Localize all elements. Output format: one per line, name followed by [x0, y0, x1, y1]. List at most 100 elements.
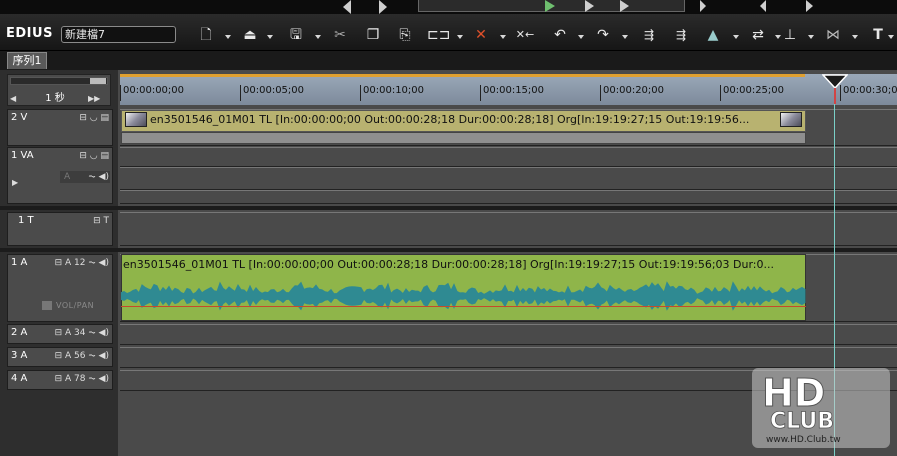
redo-dropdown[interactable] — [622, 35, 628, 39]
track-name: 3 A — [11, 350, 28, 361]
ruler-timecode: 00:00:00;00 — [123, 85, 185, 96]
watermark-logo: HD CLUB www.HD.Club.tw — [752, 368, 892, 448]
fast-forward-icon[interactable] — [585, 0, 594, 12]
watermark-url: www.HD.Club.tw — [766, 435, 841, 445]
ruler-timecode: 00:00:15;00 — [483, 85, 545, 96]
audio-sub-track: A ⏦ ◀) — [60, 171, 110, 183]
ruler-timecode: 00:00:25;00 — [723, 85, 785, 96]
copy-icon[interactable]: ❐ — [365, 23, 381, 47]
track-header-1a[interactable]: 1 A ⊟ A 12 ⏦ ◀) VOL/PAN — [7, 254, 113, 322]
lane-1t[interactable] — [120, 212, 897, 246]
project-name-field[interactable]: 新建檔7 — [61, 26, 176, 43]
mixer-icon[interactable]: ⊥ — [780, 23, 800, 47]
video-clip-lower — [121, 132, 806, 144]
vol-pan-label[interactable]: VOL/PAN — [56, 301, 94, 311]
lane-1va-audio[interactable] — [120, 167, 897, 190]
undo-icon[interactable]: ↶ — [552, 23, 568, 47]
undo-dropdown[interactable] — [578, 35, 584, 39]
track-name: 4 A — [11, 373, 28, 384]
open-project-icon[interactable]: ⏏ — [240, 23, 260, 47]
track-header-2a[interactable]: 2 A ⊟ A 34 ⏦ ◀) — [7, 324, 113, 344]
replace-dropdown[interactable] — [457, 35, 463, 39]
ruler-tick — [360, 85, 361, 101]
clip-thumbnail-end — [780, 112, 802, 127]
zoom-out-icon[interactable]: ◀ — [10, 94, 16, 103]
title-dropdown[interactable] — [888, 35, 894, 39]
audio-clip-label: en3501546_01M01 TL [In:00:00:00;00 Out:0… — [123, 258, 774, 271]
track-header-3a[interactable]: 3 A ⊟ A 56 ⏦ ◀) — [7, 347, 113, 367]
track-icons[interactable]: ⊟ A 34 ⏦ ◀) — [55, 327, 109, 339]
track-name: 1 VA — [11, 150, 34, 161]
mark-out-icon[interactable] — [760, 0, 766, 12]
track-name: 2 V — [11, 112, 28, 123]
new-file-icon[interactable]: 🗋 — [198, 23, 214, 47]
cut-icon[interactable]: ✂ — [332, 23, 348, 47]
sub-track-label: A — [64, 172, 71, 182]
title-icon[interactable]: T — [870, 23, 886, 47]
rewind-icon[interactable] — [343, 0, 351, 14]
add-marker-dropdown[interactable] — [733, 35, 739, 39]
ruler-tick — [720, 85, 721, 101]
hd-club-logo: HD CLUB www.HD.Club.tw — [752, 368, 890, 448]
set-out-icon[interactable]: ⇶ — [670, 23, 692, 47]
open-project-dropdown[interactable] — [267, 35, 273, 39]
transport-strip — [0, 0, 897, 14]
new-file-dropdown[interactable] — [225, 35, 231, 39]
sub-track-icons[interactable]: ⏦ ◀) — [88, 171, 109, 183]
track-separator — [0, 248, 897, 252]
export-icon[interactable] — [806, 0, 813, 12]
track-name: 1 T — [18, 215, 34, 226]
track-icons[interactable]: ⊟ A 56 ⏦ ◀) — [55, 350, 109, 362]
transition-dropdown[interactable] — [852, 35, 858, 39]
watermark-line2: CLUB — [770, 409, 834, 434]
zoom-slider-thumb[interactable] — [90, 78, 106, 84]
track-header-1va[interactable]: 1 VA ⊟ ◡ ▤ ▶ A ⏦ ◀) — [7, 147, 113, 204]
next-edit-icon[interactable] — [620, 0, 629, 12]
mixer-dropdown[interactable] — [808, 35, 814, 39]
track-icons[interactable]: ⊟ ◡ ▤ — [79, 112, 109, 124]
delete-dropdown[interactable] — [500, 35, 506, 39]
track-header-2v[interactable]: 2 V ⊟ ◡ ▤ — [7, 109, 113, 146]
set-in-icon[interactable]: ⇶ — [638, 23, 660, 47]
play-icon[interactable] — [545, 0, 555, 12]
track-name: 1 A — [11, 257, 28, 268]
replace-icon[interactable]: ⊏⊐ — [427, 23, 450, 47]
step-back-icon[interactable] — [379, 0, 387, 14]
lane-1va-video[interactable] — [120, 147, 897, 167]
zoom-level-label: 1 秒 — [45, 93, 65, 104]
lane-3a[interactable] — [120, 347, 897, 368]
mark-in-icon[interactable] — [700, 0, 706, 12]
ruler-tick — [240, 85, 241, 101]
paste-icon[interactable]: ⎘ — [397, 23, 413, 47]
vol-pan-icon[interactable] — [42, 301, 52, 310]
expand-track-icon[interactable]: ▶ — [12, 178, 18, 187]
toggle-sync-icon[interactable]: ⇄ — [748, 23, 768, 47]
app-logo: EDIUS — [6, 26, 53, 41]
track-name: 2 A — [11, 327, 28, 338]
save-dropdown[interactable] — [315, 35, 321, 39]
ruler-range-bar — [120, 74, 805, 77]
track-icons[interactable]: ⊟ ◡ ▤ — [79, 150, 109, 162]
track-header-1t[interactable]: 1 T ⊟ T — [7, 212, 113, 246]
add-marker-icon[interactable]: ▲ — [702, 23, 724, 47]
clip-thumbnail-start — [125, 112, 147, 127]
lane-2a[interactable] — [120, 324, 897, 345]
transition-icon[interactable]: ⋈ — [822, 23, 844, 47]
lane-1va-extra[interactable] — [120, 190, 897, 204]
zoom-in-icon[interactable]: ▶▶ — [88, 94, 100, 103]
delete-icon[interactable]: ✕ — [472, 23, 490, 47]
tab-bar — [0, 51, 897, 70]
video-clip-label: en3501546_01M01 TL [In:00:00:00;00 Out:0… — [150, 113, 750, 126]
save-icon[interactable]: 🖫 — [288, 23, 304, 47]
redo-icon[interactable]: ↷ — [595, 23, 611, 47]
track-header-4a[interactable]: 4 A ⊟ A 78 ⏦ ◀) — [7, 370, 113, 390]
track-icons[interactable]: ⊟ A 78 ⏦ ◀) — [55, 373, 109, 385]
track-icons[interactable]: ⊟ A 12 ⏦ ◀) — [55, 257, 109, 269]
track-icons[interactable]: ⊟ T — [93, 215, 109, 227]
ruler-tick — [600, 85, 601, 101]
ripple-delete-icon[interactable]: ✕← — [514, 23, 536, 47]
tab-sequence1[interactable]: 序列1 — [7, 52, 47, 69]
audio-level-line[interactable] — [121, 306, 806, 307]
ruler-timecode: 00:00:10;00 — [363, 85, 425, 96]
track-separator — [0, 206, 897, 210]
